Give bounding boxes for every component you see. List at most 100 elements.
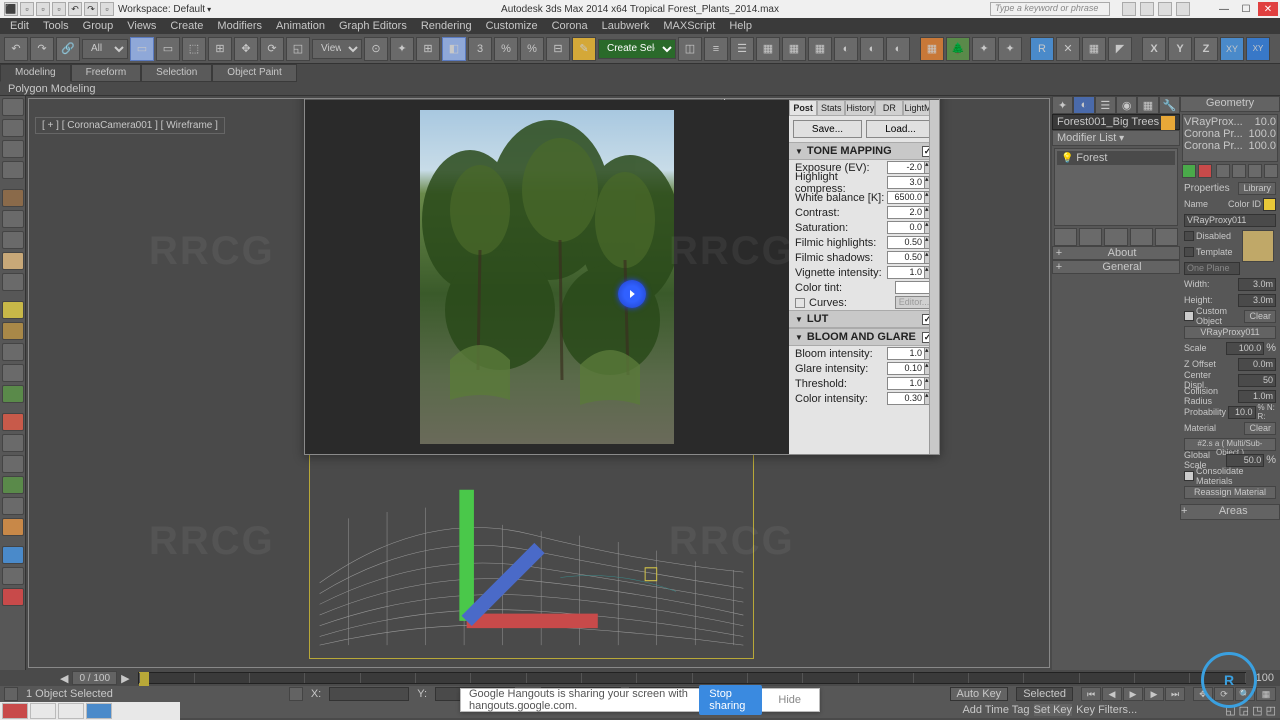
setkey-button[interactable]: Set Key <box>1034 704 1073 716</box>
tool-button-a[interactable]: ✕ <box>1056 37 1080 61</box>
template-checkbox[interactable] <box>1184 247 1194 257</box>
workspace-dropdown-icon[interactable]: ▾ <box>207 5 211 14</box>
lt-blue-icon[interactable] <box>2 546 24 564</box>
menu-help[interactable]: Help <box>723 20 758 32</box>
corona-stop-icon[interactable] <box>822 98 834 99</box>
lt-ring-icon[interactable] <box>2 518 24 536</box>
highlight-input[interactable]: 3.0 <box>887 176 925 189</box>
rotate-button[interactable]: ⟳ <box>260 37 284 61</box>
taskbar-app-1[interactable] <box>2 703 28 719</box>
menu-maxscript[interactable]: MAXScript <box>657 20 721 32</box>
undo-icon[interactable]: ↶ <box>68 2 82 16</box>
centerdispl-input[interactable]: 50 <box>1238 374 1276 387</box>
lt-move-icon[interactable] <box>2 119 24 137</box>
play-icon[interactable]: ▶ <box>1123 687 1143 701</box>
timeline[interactable]: ◀ 0 / 100 ▶ 100 <box>56 670 1280 686</box>
pin-stack-icon[interactable] <box>1054 228 1077 246</box>
prev-frame-icon[interactable]: ◀ <box>1102 687 1122 701</box>
workspace-selector[interactable]: Workspace: Default <box>118 4 205 15</box>
ribbon-tab-selection[interactable]: Selection <box>141 64 212 82</box>
axis-z-button[interactable]: Z <box>1194 37 1218 61</box>
goto-start-icon[interactable]: ⏮ <box>1081 687 1101 701</box>
corona-load-settings-button[interactable]: Load... <box>866 120 935 138</box>
tab-display-icon[interactable]: ▦ <box>1137 96 1158 114</box>
render-setup-button[interactable]: ◐ <box>834 37 858 61</box>
show-result-icon[interactable] <box>1079 228 1102 246</box>
lt-rec-icon[interactable] <box>2 588 24 606</box>
manip-button[interactable]: ✦ <box>390 37 414 61</box>
taskbar-app-3[interactable] <box>58 703 84 719</box>
axis-x-button[interactable]: X <box>1142 37 1166 61</box>
clear-button[interactable]: Clear <box>1244 310 1276 323</box>
sky-button-1[interactable]: R <box>1030 37 1054 61</box>
tab-hierarchy-icon[interactable]: ☰ <box>1095 96 1116 114</box>
copy-icon[interactable] <box>1216 164 1230 178</box>
lt-gear-icon[interactable] <box>2 497 24 515</box>
menu-corona[interactable]: Corona <box>546 20 594 32</box>
lt-bolt-icon[interactable] <box>2 343 24 361</box>
signin-icon[interactable] <box>1140 2 1154 16</box>
corona-render-button[interactable]: Render <box>886 98 939 99</box>
lt-green-icon[interactable] <box>2 385 24 403</box>
help-icon[interactable] <box>1122 2 1136 16</box>
pivot-button[interactable]: ⊙ <box>364 37 388 61</box>
colorid-swatch[interactable] <box>1263 198 1276 211</box>
close-button[interactable]: ✕ <box>1258 2 1278 16</box>
rendered-frame-button[interactable]: ◐ <box>860 37 884 61</box>
make-unique-icon[interactable] <box>1104 228 1127 246</box>
hide-button[interactable]: Hide <box>768 691 811 709</box>
spinner-snap-button[interactable]: % <box>520 37 544 61</box>
forest-button[interactable]: 🌲 <box>946 37 970 61</box>
glare-input[interactable]: 0.10 <box>887 362 925 375</box>
corona-tools-button[interactable]: Tools <box>596 98 639 99</box>
named-sel-button[interactable]: ⊟ <box>546 37 570 61</box>
tab-history[interactable]: History <box>845 100 875 116</box>
object-color-swatch[interactable] <box>1161 116 1175 130</box>
x-input[interactable] <box>329 687 409 701</box>
up-icon[interactable] <box>1248 164 1262 178</box>
corona-region-icon[interactable] <box>639 98 651 99</box>
undo-button[interactable]: ↶ <box>4 37 28 61</box>
menu-grapheditors[interactable]: Graph Editors <box>333 20 413 32</box>
lock-icon[interactable] <box>4 687 18 701</box>
axis-xyz-button[interactable]: XY <box>1246 37 1270 61</box>
lt-pick-icon[interactable] <box>2 231 24 249</box>
keymode-button[interactable]: ⊞ <box>416 37 440 61</box>
lt-clip-icon[interactable] <box>2 322 24 340</box>
ribbon-tab-freeform[interactable]: Freeform <box>71 64 142 82</box>
modifier-list-dropdown[interactable]: Modifier List ▾ <box>1052 130 1180 146</box>
contrast-input[interactable]: 2.0 <box>887 206 925 219</box>
new-icon[interactable]: ▫ <box>20 2 34 16</box>
schematic-button[interactable]: ▦ <box>782 37 806 61</box>
lt-sphere-icon[interactable] <box>2 210 24 228</box>
globalscale-input[interactable]: 50.0 <box>1226 454 1264 467</box>
colortint-swatch[interactable] <box>895 281 933 294</box>
autokey-button[interactable]: Auto Key <box>950 687 1009 701</box>
menu-rendering[interactable]: Rendering <box>415 20 478 32</box>
corona-copy-icon[interactable] <box>410 98 422 99</box>
add-icon[interactable] <box>1182 164 1196 178</box>
viewport-label[interactable]: [ + ] [ CoronaCamera001 ] [ Wireframe ] <box>35 117 225 134</box>
remove-mod-icon[interactable] <box>1130 228 1153 246</box>
align-button[interactable]: ≡ <box>704 37 728 61</box>
mirror-button[interactable]: ◫ <box>678 37 702 61</box>
select-button[interactable]: ▭ <box>130 37 154 61</box>
menu-views[interactable]: Views <box>121 20 162 32</box>
menu-group[interactable]: Group <box>77 20 120 32</box>
wand-icon[interactable]: ✦ <box>998 37 1022 61</box>
select-name-button[interactable]: ▭ <box>156 37 180 61</box>
section-lut[interactable]: ▼ LUT ✓ <box>789 310 939 328</box>
timeline-right-icon[interactable]: ▶ <box>117 672 133 685</box>
corona-ir-icon[interactable] <box>781 98 793 99</box>
link-button[interactable]: 🔗 <box>56 37 80 61</box>
next-frame-icon[interactable]: ▶ <box>1144 687 1164 701</box>
corona-save-icon[interactable] <box>305 98 317 99</box>
menu-modifiers[interactable]: Modifiers <box>211 20 268 32</box>
ribbon-sub-label[interactable]: Polygon Modeling <box>8 83 95 95</box>
axis-xy-button[interactable]: XY <box>1220 37 1244 61</box>
xform-lock-icon[interactable] <box>289 687 303 701</box>
menu-customize[interactable]: Customize <box>480 20 544 32</box>
corona-stop-button[interactable]: Stop <box>834 98 874 99</box>
corona-panel-scrollbar[interactable] <box>929 100 939 454</box>
configure-icon[interactable] <box>1155 228 1178 246</box>
